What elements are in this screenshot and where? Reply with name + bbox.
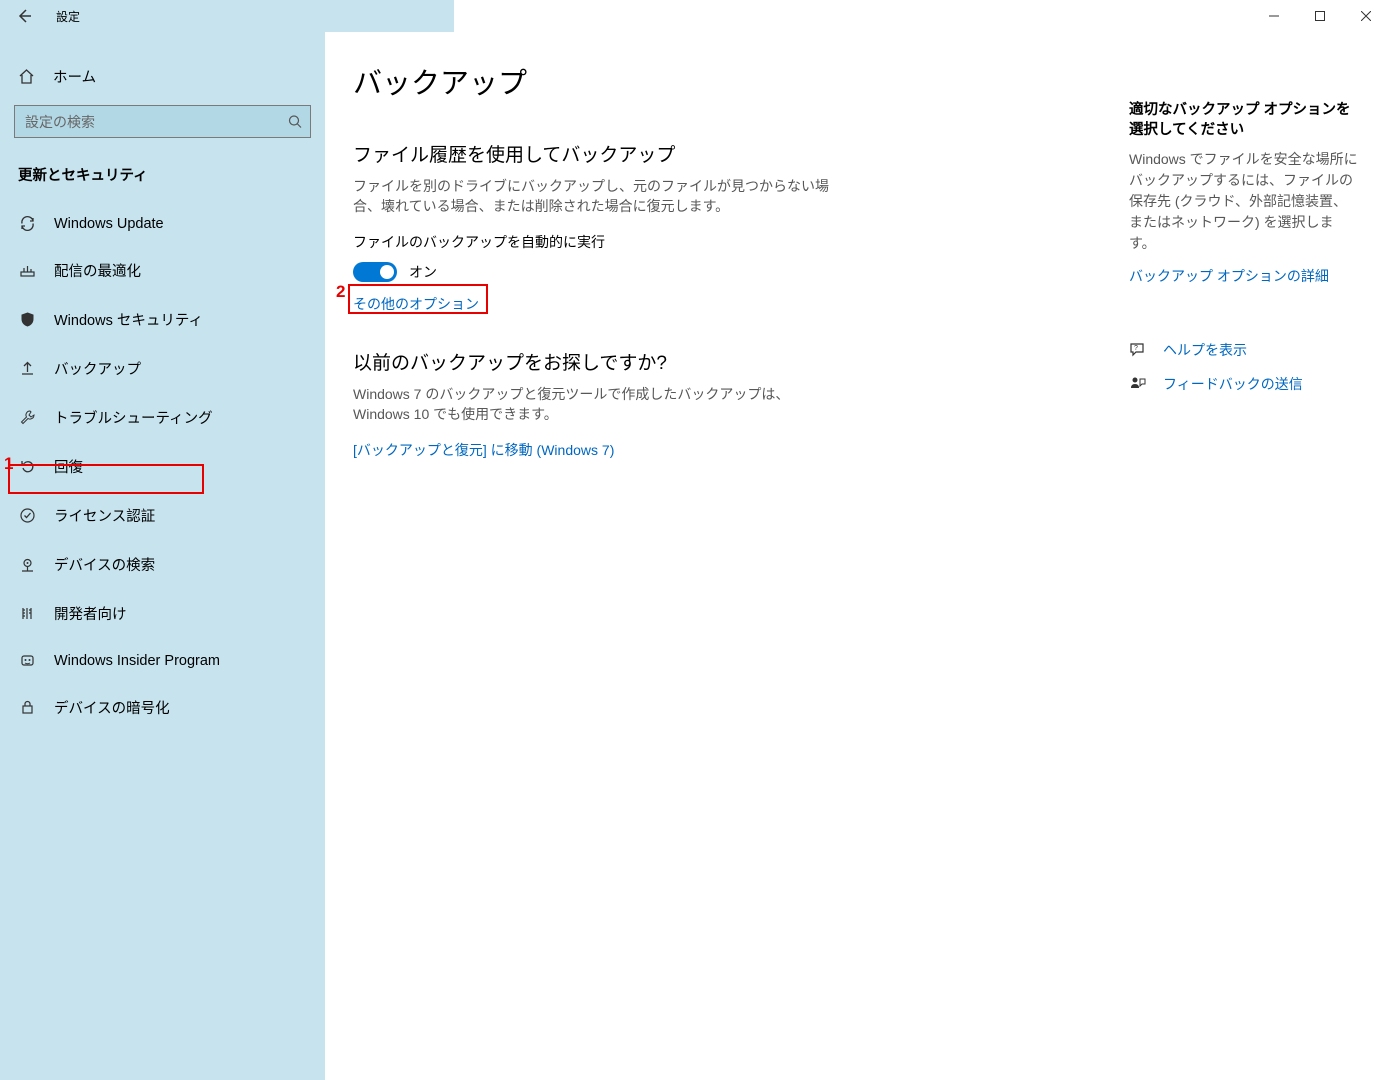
sidebar-item-label: 配信の最適化 [54,260,141,281]
help-chat-icon: ? [1129,341,1153,359]
sidebar-item-developer[interactable]: 開発者向け [0,589,325,638]
annotation-marker-1: 1 [4,454,13,474]
sidebar: ホーム 更新とセキュリティ Windows Update 配信の最適化 Wind… [0,32,325,1080]
window-title: 設定 [48,0,454,32]
annotation-marker-2: 2 [336,282,345,302]
back-arrow-icon [16,8,32,24]
location-icon [18,556,36,573]
titlebar-drag-area [454,0,1251,32]
sync-icon [18,215,36,232]
sidebar-item-label: デバイスの検索 [54,554,155,575]
sidebar-item-label: 回復 [54,456,83,477]
sidebar-item-windows-security[interactable]: Windows セキュリティ [0,295,325,344]
delivery-icon [18,262,36,279]
aside-panel: 適切なバックアップ オプションを選択してください Windows でファイルを安… [1129,60,1389,1080]
sidebar-item-backup[interactable]: バックアップ [0,344,325,393]
window-controls [1251,0,1389,32]
backup-options-details-link[interactable]: バックアップ オプションの詳細 [1129,266,1359,286]
maximize-button[interactable] [1297,0,1343,32]
goto-backup-restore-link[interactable]: [バックアップと復元] に移動 (Windows 7) [353,440,943,460]
section-old-backup-heading: 以前のバックアップをお探しですか? [353,348,943,375]
feedback-link[interactable]: フィードバックの送信 [1129,374,1359,394]
search-input[interactable] [14,105,311,138]
feedback-icon [1129,375,1153,393]
toggle-knob-icon [380,265,394,279]
help-link-label: ヘルプを表示 [1163,340,1247,360]
close-button[interactable] [1343,0,1389,32]
insider-icon [18,652,36,669]
shield-icon [18,311,36,328]
svg-text:?: ? [1134,345,1138,352]
sidebar-item-label: トラブルシューティング [54,407,213,428]
wrench-icon [18,409,36,426]
lock-icon [18,699,36,716]
toggle-state-label: オン [409,262,437,282]
sidebar-item-windows-update[interactable]: Windows Update [0,201,325,246]
minimize-icon [1269,11,1279,21]
auto-backup-label: ファイルのバックアップを自動的に実行 [353,232,943,252]
aside-desc: Windows でファイルを安全な場所にバックアップするには、ファイルの保存先 … [1129,149,1359,254]
sidebar-item-label: Windows セキュリティ [54,309,203,330]
check-circle-icon [18,507,36,524]
page-title: バックアップ [353,60,943,102]
more-options-link[interactable]: その他のオプション [353,294,943,314]
feedback-link-label: フィードバックの送信 [1163,374,1303,394]
recovery-icon [18,458,36,475]
home-link[interactable]: ホーム [0,56,325,97]
sidebar-item-label: ライセンス認証 [54,505,155,526]
minimize-button[interactable] [1251,0,1297,32]
home-icon [18,68,35,85]
maximize-icon [1315,11,1325,21]
developer-icon [18,605,36,622]
sidebar-item-label: 開発者向け [54,603,127,624]
sidebar-item-label: デバイスの暗号化 [54,697,170,718]
upload-icon [18,360,36,377]
sidebar-item-label: Windows Insider Program [54,653,220,669]
close-icon [1361,11,1371,21]
section-file-history-desc: ファイルを別のドライブにバックアップし、元のファイルが見つからない場合、壊れてい… [353,177,833,216]
search-icon [288,114,303,129]
sidebar-item-encryption[interactable]: デバイスの暗号化 [0,683,325,732]
sidebar-item-find-device[interactable]: デバイスの検索 [0,540,325,589]
sidebar-item-activation[interactable]: ライセンス認証 [0,491,325,540]
sidebar-item-recovery[interactable]: 回復 [0,442,325,491]
sidebar-section-label: 更新とセキュリティ [0,164,325,201]
aside-heading: 適切なバックアップ オプションを選択してください [1129,100,1359,141]
sidebar-item-label: Windows Update [54,216,164,232]
titlebar: 設定 [0,0,1389,32]
search-box[interactable] [14,105,311,138]
section-old-backup-desc: Windows 7 のバックアップと復元ツールで作成したバックアップは、Wind… [353,385,833,424]
sidebar-item-insider[interactable]: Windows Insider Program [0,638,325,683]
section-file-history-heading: ファイル履歴を使用してバックアップ [353,140,943,167]
main-content: バックアップ ファイル履歴を使用してバックアップ ファイルを別のドライブにバック… [325,32,1389,1080]
home-label: ホーム [53,66,96,87]
back-button[interactable] [0,0,48,32]
sidebar-item-label: バックアップ [54,358,141,379]
sidebar-item-delivery-optimization[interactable]: 配信の最適化 [0,246,325,295]
sidebar-item-troubleshoot[interactable]: トラブルシューティング [0,393,325,442]
auto-backup-toggle[interactable] [353,262,397,282]
help-link[interactable]: ? ヘルプを表示 [1129,340,1359,360]
